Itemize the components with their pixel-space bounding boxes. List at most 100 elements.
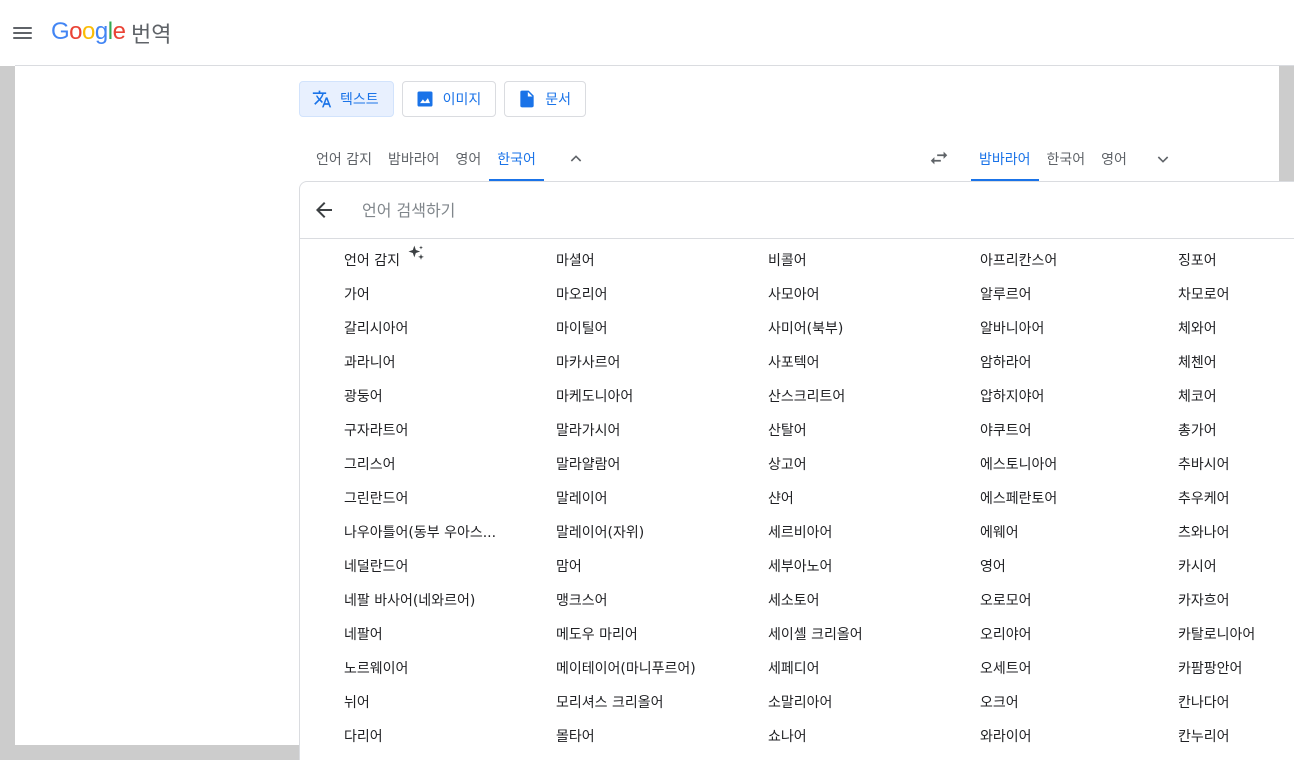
language-option[interactable]: 말레이어(자위) [556, 516, 644, 550]
language-option[interactable]: 추우케어 [1178, 482, 1230, 516]
image-mode-button[interactable]: 이미지 [401, 81, 497, 117]
language-option[interactable]: 카자흐어 [1178, 584, 1230, 618]
language-option-label: 갈리시아어 [344, 321, 409, 337]
language-option[interactable]: 암하라어 [980, 346, 1032, 380]
language-option-label: 카시어 [1178, 559, 1217, 575]
language-option[interactable]: 언어 감지 [344, 244, 426, 278]
language-option[interactable]: 마오리어 [556, 278, 608, 312]
language-option[interactable]: 오세트어 [980, 652, 1032, 686]
language-option[interactable]: 모리셔스 크리올어 [556, 686, 664, 720]
language-option[interactable]: 광둥어 [344, 380, 383, 414]
target-tab-english[interactable]: 영어 [1093, 137, 1135, 181]
main-menu-button[interactable] [12, 24, 34, 42]
language-option[interactable]: 노르웨이어 [344, 652, 408, 686]
language-option[interactable]: 과라니어 [344, 346, 396, 380]
language-option[interactable]: 카탈로니아어 [1178, 618, 1255, 652]
language-option[interactable]: 가어 [344, 278, 370, 312]
language-option[interactable]: 사미어(북부) [768, 312, 843, 346]
language-option[interactable]: 뉘어 [344, 686, 370, 720]
swap-languages-button[interactable] [926, 145, 952, 171]
language-option[interactable]: 마이틸어 [556, 312, 608, 346]
source-tab-english[interactable]: 영어 [448, 137, 490, 181]
language-option[interactable]: 오리야어 [980, 618, 1032, 652]
mode-selector: 텍스트 이미지 문서 [299, 81, 587, 117]
language-option[interactable]: 마셜어 [556, 244, 595, 278]
language-option[interactable]: 몰타어 [556, 720, 595, 754]
language-option-label: 말레이어(자위) [556, 525, 645, 541]
language-option[interactable]: 에웨어 [980, 516, 1019, 550]
language-option[interactable]: 츠와나어 [1178, 516, 1230, 550]
language-option[interactable]: 알루르어 [980, 278, 1032, 312]
language-option[interactable]: 오크어 [980, 686, 1019, 720]
language-option[interactable]: 맹크스어 [556, 584, 608, 618]
language-option[interactable]: 차모로어 [1178, 278, 1230, 312]
language-option[interactable]: 에스토니아어 [980, 448, 1057, 482]
language-option[interactable]: 에스페란토어 [980, 482, 1057, 516]
language-option[interactable]: 카시어 [1178, 550, 1217, 584]
language-option[interactable]: 칸나다어 [1178, 686, 1230, 720]
language-option[interactable]: 다리어 [344, 720, 383, 754]
language-option[interactable]: 그린란드어 [344, 482, 408, 516]
language-option[interactable]: 체코어 [1178, 380, 1217, 414]
source-tab-korean[interactable]: 한국어 [489, 137, 544, 181]
language-option[interactable]: 세르비아어 [768, 516, 832, 550]
language-option[interactable]: 말라얄람어 [556, 448, 620, 482]
language-option[interactable]: 말레이어 [556, 482, 608, 516]
language-option[interactable]: 알바니아어 [980, 312, 1044, 346]
document-mode-button[interactable]: 문서 [504, 81, 587, 117]
language-option[interactable]: 산탈어 [768, 414, 807, 448]
language-option[interactable]: 구자라트어 [344, 414, 408, 448]
language-option[interactable]: 네덜란드어 [344, 550, 408, 584]
language-option[interactable]: 징포어 [1178, 244, 1217, 278]
language-option[interactable]: 체와어 [1178, 312, 1217, 346]
language-option-label: 체코어 [1178, 389, 1217, 405]
language-option-label: 쇼나어 [768, 729, 807, 745]
target-tab-bambara[interactable]: 밤바라어 [971, 137, 1039, 181]
language-option[interactable]: 총가어 [1178, 414, 1217, 448]
language-option[interactable]: 샨어 [768, 482, 794, 516]
chevron-up-icon[interactable] [564, 147, 588, 171]
language-option[interactable]: 영어 [980, 550, 1006, 584]
language-option[interactable]: 산스크리트어 [768, 380, 845, 414]
language-search-input[interactable] [362, 196, 962, 224]
language-option[interactable]: 세소토어 [768, 584, 820, 618]
language-option[interactable]: 압하지야어 [980, 380, 1044, 414]
language-option[interactable]: 네팔 바사어(네와르어) [344, 584, 475, 618]
language-option[interactable]: 메이테이어(마니푸르어) [556, 652, 696, 686]
text-mode-button[interactable]: 텍스트 [299, 81, 394, 117]
language-option[interactable]: 사포텍어 [768, 346, 820, 380]
language-option[interactable]: 쇼나어 [768, 720, 807, 754]
language-option[interactable]: 그리스어 [344, 448, 396, 482]
language-option[interactable]: 비콜어 [768, 244, 807, 278]
language-option[interactable]: 마카사르어 [556, 346, 620, 380]
language-option[interactable]: 와라이어 [980, 720, 1032, 754]
source-tab-detect[interactable]: 언어 감지 [308, 137, 380, 181]
chevron-down-icon[interactable] [1151, 147, 1175, 171]
back-button[interactable] [312, 198, 336, 222]
language-option[interactable]: 네팔어 [344, 618, 383, 652]
language-option[interactable]: 오로모어 [980, 584, 1032, 618]
language-option[interactable]: 카팜팡안어 [1178, 652, 1242, 686]
language-option[interactable]: 세이셸 크리올어 [768, 618, 863, 652]
target-tab-korean[interactable]: 한국어 [1039, 137, 1094, 181]
language-option[interactable]: 추바시어 [1178, 448, 1230, 482]
language-option-label: 카팜팡안어 [1178, 661, 1243, 677]
language-option[interactable]: 갈리시아어 [344, 312, 408, 346]
source-tab-bambara[interactable]: 밤바라어 [380, 137, 448, 181]
language-option[interactable]: 맘어 [556, 550, 582, 584]
language-option[interactable]: 말라가시어 [556, 414, 620, 448]
language-option[interactable]: 나우아틀어(동부 우아스... [344, 516, 496, 550]
google-logo[interactable]: Google [51, 18, 126, 46]
language-option[interactable]: 마케도니아어 [556, 380, 633, 414]
language-option[interactable]: 상고어 [768, 448, 807, 482]
language-option[interactable]: 세부아노어 [768, 550, 832, 584]
language-option[interactable]: 세페디어 [768, 652, 820, 686]
language-option[interactable]: 소말리아어 [768, 686, 832, 720]
language-option[interactable]: 체첸어 [1178, 346, 1217, 380]
language-option[interactable]: 사모아어 [768, 278, 820, 312]
language-option[interactable]: 칸누리어 [1178, 720, 1230, 754]
language-option[interactable]: 메도우 마리어 [556, 618, 638, 652]
language-option[interactable]: 아프리칸스어 [980, 244, 1057, 278]
product-name: 번역 [131, 23, 172, 48]
language-option[interactable]: 야쿠트어 [980, 414, 1032, 448]
